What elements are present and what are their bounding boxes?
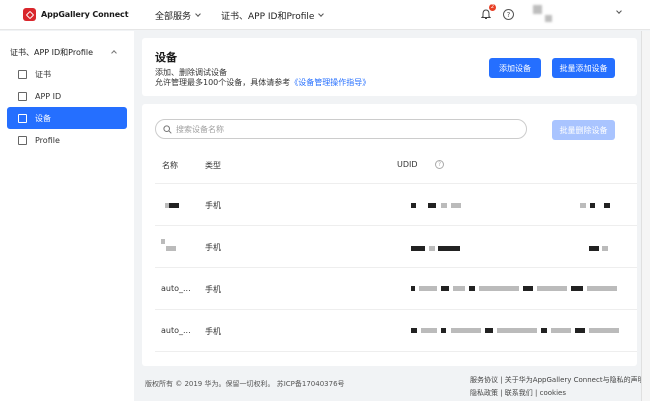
device-type: 手机 bbox=[205, 327, 221, 336]
header-card: 设备 添加、删除调试设备 允许管理最多100个设备，具体请参考《设备管理操作指导… bbox=[142, 38, 637, 96]
device-type: 手机 bbox=[205, 243, 221, 252]
copyright: 版权所有 © 2019 华为。保留一切权利。 苏ICP备17040376号 bbox=[145, 380, 345, 388]
bulk-delete-button[interactable]: 批量删除设备 bbox=[552, 120, 615, 140]
sidebar-item-profile[interactable]: Profile bbox=[7, 129, 127, 151]
redacted-udid bbox=[537, 286, 567, 291]
column-type: 类型 bbox=[205, 161, 221, 170]
redacted-udid bbox=[497, 328, 537, 333]
column-udid: UDID bbox=[397, 160, 418, 169]
redacted-udid bbox=[523, 286, 533, 291]
redacted-udid bbox=[587, 286, 617, 291]
footer-links-line1[interactable]: 服务协议 | 关于华为AppGallery Connect与隐私的声明 bbox=[470, 375, 645, 385]
device-name: auto_... bbox=[161, 326, 191, 335]
bulk-add-device-button[interactable]: 批量添加设备 bbox=[552, 58, 615, 78]
redacted-udid bbox=[453, 286, 465, 291]
redacted-udid bbox=[479, 286, 519, 291]
redacted-name bbox=[166, 246, 176, 251]
device-icon bbox=[18, 113, 27, 123]
app-id-icon bbox=[18, 91, 27, 101]
redacted-udid bbox=[428, 203, 436, 208]
search-icon bbox=[163, 124, 172, 134]
redacted-name bbox=[161, 239, 165, 244]
column-name: 名称 bbox=[162, 161, 178, 170]
chevron-down-icon bbox=[195, 10, 201, 17]
redacted-udid bbox=[429, 246, 435, 251]
avatar-blur bbox=[545, 15, 552, 22]
redacted-udid bbox=[589, 246, 599, 251]
redacted-udid bbox=[441, 203, 447, 208]
limit-text: 允许管理最多100个设备，具体请参考 bbox=[155, 78, 291, 87]
all-services-label: 全部服务 bbox=[155, 11, 192, 22]
redacted-udid bbox=[604, 203, 610, 208]
add-device-button[interactable]: 添加设备 bbox=[489, 58, 541, 78]
profile-icon bbox=[18, 135, 27, 145]
redacted-udid bbox=[541, 328, 547, 333]
guide-link[interactable]: 《设备管理操作指导》 bbox=[290, 78, 370, 87]
redacted-udid bbox=[575, 328, 585, 333]
certificate-icon bbox=[18, 69, 27, 79]
sidebar-group-label[interactable]: 证书、APP ID和Profile bbox=[10, 47, 93, 58]
all-services-menu[interactable]: 全部服务 bbox=[155, 0, 201, 30]
redacted-name bbox=[169, 203, 179, 208]
redacted-udid bbox=[485, 328, 493, 333]
help-icon[interactable]: ? bbox=[503, 9, 514, 20]
redacted-udid bbox=[441, 328, 446, 333]
sidebar-item-label: 证书 bbox=[35, 69, 51, 79]
device-name: auto_... bbox=[161, 284, 191, 293]
cert-menu-label: 证书、APP ID和Profile bbox=[221, 11, 315, 22]
avatar[interactable] bbox=[533, 5, 542, 14]
page-description-limit: 允许管理最多100个设备，具体请参考《设备管理操作指导》 bbox=[155, 77, 370, 88]
redacted-udid bbox=[589, 328, 619, 333]
redacted-udid bbox=[551, 328, 571, 333]
brand-name[interactable]: AppGallery Connect bbox=[41, 10, 129, 19]
redacted-udid bbox=[411, 286, 415, 291]
sidebar-item-label: 设备 bbox=[35, 113, 51, 123]
chevron-up-icon[interactable] bbox=[111, 50, 117, 56]
device-table-card: 批量删除设备 名称 类型 UDID ? 手机 手机 auto_... 手机 bbox=[142, 104, 637, 366]
redacted-udid bbox=[441, 286, 449, 291]
table-row[interactable]: 手机 bbox=[155, 225, 637, 267]
device-type: 手机 bbox=[205, 285, 221, 294]
redacted-udid bbox=[411, 203, 416, 208]
chevron-down-icon bbox=[318, 10, 325, 17]
redacted-udid bbox=[419, 286, 437, 291]
redacted-udid bbox=[571, 286, 583, 291]
scrollbar[interactable] bbox=[641, 31, 650, 401]
sidebar-item-label: APP ID bbox=[35, 91, 62, 101]
redacted-udid bbox=[411, 246, 425, 251]
page-title: 设备 bbox=[155, 51, 177, 64]
appgallery-logo-icon[interactable] bbox=[23, 8, 36, 21]
redacted-udid bbox=[411, 328, 417, 333]
table-row[interactable]: auto_... 手机 bbox=[155, 309, 637, 351]
table-row[interactable]: 手机 bbox=[155, 183, 637, 225]
search-input[interactable] bbox=[176, 124, 496, 134]
search-box[interactable] bbox=[155, 119, 527, 139]
sidebar-item-label: Profile bbox=[35, 135, 60, 145]
redacted-udid bbox=[451, 328, 481, 333]
sidebar-item-certificate[interactable]: 证书 bbox=[7, 63, 127, 85]
redacted-udid bbox=[438, 246, 460, 251]
redacted-udid bbox=[451, 203, 461, 208]
udid-help-icon[interactable]: ? bbox=[435, 160, 444, 169]
table-row[interactable]: auto_... 手机 bbox=[155, 267, 637, 309]
bell-icon[interactable] bbox=[481, 9, 491, 20]
redacted-udid bbox=[580, 203, 586, 208]
redacted-udid bbox=[421, 328, 437, 333]
top-bar: AppGallery Connect bbox=[0, 0, 650, 30]
footer-links: 服务协议 | 关于华为AppGallery Connect与隐私的声明 隐私政策… bbox=[470, 375, 645, 401]
redacted-udid bbox=[469, 286, 475, 291]
redacted-udid bbox=[590, 203, 595, 208]
sidebar-item-app-id[interactable]: APP ID bbox=[7, 85, 127, 107]
footer-links-line2[interactable]: 隐私政策 | 联系我们 | cookies bbox=[470, 388, 645, 398]
table-row[interactable] bbox=[155, 351, 637, 366]
sidebar-item-devices[interactable]: 设备 bbox=[7, 107, 127, 129]
redacted-udid bbox=[602, 246, 608, 251]
cert-menu[interactable]: 证书、APP ID和Profile bbox=[221, 0, 325, 30]
sidebar: 证书、APP ID和Profile 证书 APP ID 设备 Profile bbox=[0, 31, 134, 401]
notification-badge: 2 bbox=[489, 4, 496, 11]
device-type: 手机 bbox=[205, 201, 221, 210]
